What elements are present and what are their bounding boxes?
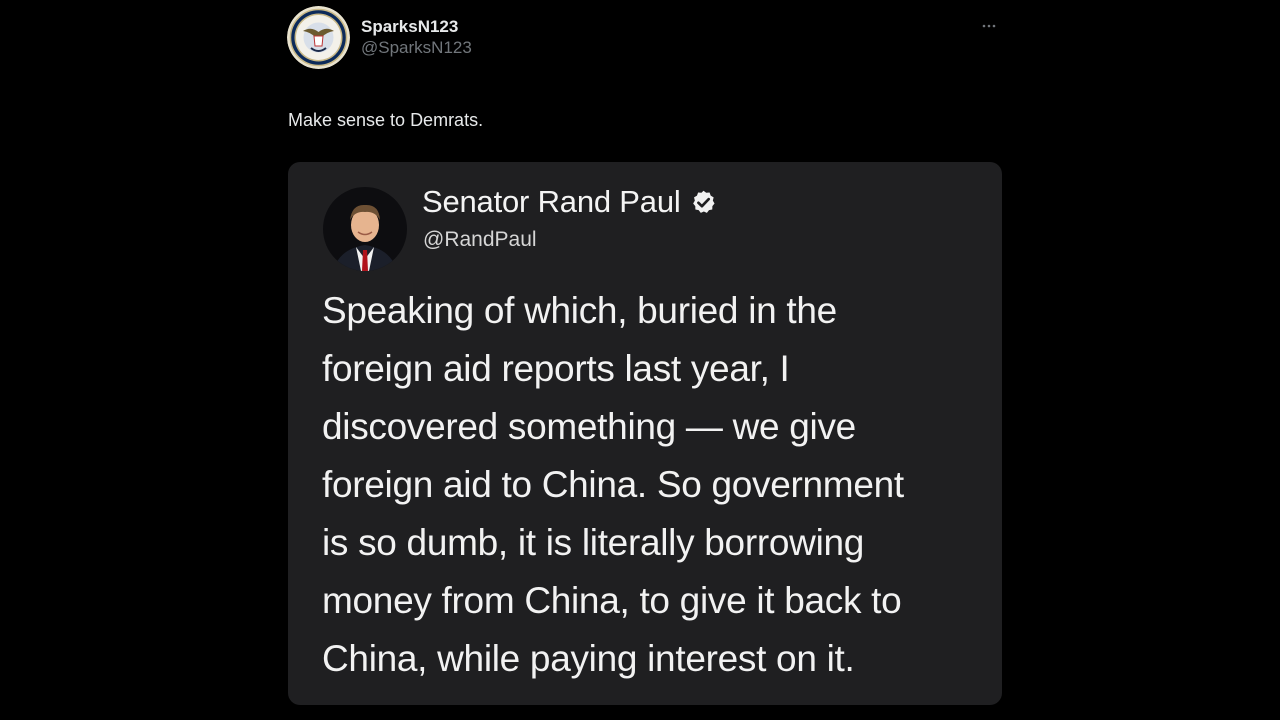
- more-options-button[interactable]: [975, 14, 1003, 38]
- navy-seal-avatar-image: [287, 6, 350, 69]
- verified-badge-icon: [692, 190, 715, 213]
- post-header: SparksN123 @SparksN123: [287, 6, 1003, 72]
- more-horizontal-icon: [982, 24, 996, 28]
- quoted-display-name: Senator Rand Paul: [422, 184, 681, 219]
- quoted-post-image[interactable]: Senator Rand Paul @RandPaul Speaking of …: [288, 162, 1002, 705]
- post-text: Make sense to Demrats.: [288, 110, 484, 130]
- quoted-name-row: Senator Rand Paul: [422, 182, 717, 222]
- quoted-text-line: is so dumb, it is literally borrowing: [322, 522, 865, 563]
- quoted-text-line: China, while paying interest on it.: [322, 638, 855, 679]
- quoted-text-line: money from China, to give it back to: [322, 580, 902, 621]
- author-display-name[interactable]: SparksN123: [361, 17, 472, 37]
- rand-paul-avatar-image: [323, 187, 407, 271]
- quoted-author-avatar: [323, 187, 407, 271]
- quoted-text-line: foreign aid reports last year, I: [322, 348, 790, 389]
- quoted-text-line: Speaking of which, buried in the: [322, 290, 837, 331]
- author-avatar[interactable]: [287, 6, 350, 69]
- quoted-tweet-text: Speaking of which, buried in the foreign…: [322, 282, 982, 688]
- quoted-text-line: discovered something — we give: [322, 406, 856, 447]
- quoted-text-line: foreign aid to China. So government: [322, 464, 904, 505]
- author-info: SparksN123 @SparksN123: [361, 17, 472, 59]
- author-handle[interactable]: @SparksN123: [361, 37, 472, 59]
- quoted-handle: @RandPaul: [423, 228, 537, 251]
- screenshot-frame: SparksN123 @SparksN123 Make sense to Dem…: [0, 0, 1280, 720]
